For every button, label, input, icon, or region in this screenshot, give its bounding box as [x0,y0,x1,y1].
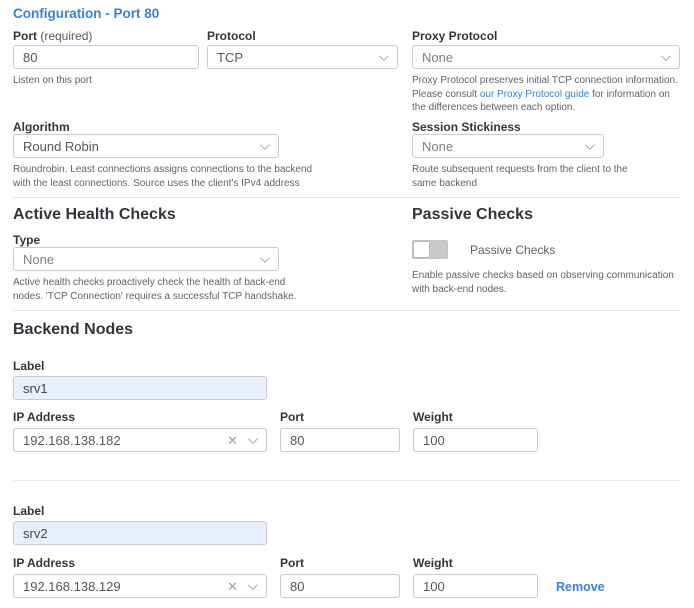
node-ip-label: IP Address [13,410,75,424]
node-label-input[interactable]: srv2 [13,521,267,545]
port-label: Port (required) [13,29,92,43]
chevron-down-icon [248,580,258,590]
toggle-knob-icon [413,241,430,258]
node-port-label: Port [280,556,304,570]
required-suffix: (required) [40,29,92,43]
proxy-protocol-guide-link[interactable]: our Proxy Protocol guide [480,89,590,100]
node-ip-select[interactable]: 192.168.138.182 ✕ [13,428,267,452]
node-port-input[interactable]: 80 [280,574,400,598]
chevron-down-icon [260,253,270,263]
protocol-select[interactable]: TCP [207,45,398,69]
chevron-down-icon [260,140,270,150]
chevron-down-icon [379,51,389,61]
node-label-label: Label [13,504,44,518]
chevron-down-icon [248,434,258,444]
proxy-protocol-helper-text: Proxy Protocol preserves initial TCP con… [412,74,684,115]
session-stickiness-helper-text: Route subsequent requests from the clien… [412,163,647,190]
port-helper-text: Listen on this port [13,74,92,88]
node-port-input[interactable]: 80 [280,428,400,452]
backend-nodes-heading: Backend Nodes [13,321,133,339]
node-weight-label: Weight [413,410,453,424]
active-health-checks-helper-text: Active health checks proactively check t… [13,276,318,303]
node-weight-label: Weight [413,556,453,570]
remove-node-link[interactable]: Remove [556,580,605,594]
clear-icon[interactable]: ✕ [227,580,238,593]
algorithm-label: Algorithm [13,120,70,134]
health-check-type-select[interactable]: None [13,247,279,271]
passive-checks-heading: Passive Checks [412,206,533,224]
proxy-protocol-select[interactable]: None [412,45,680,69]
node-ip-select[interactable]: 192.168.138.129 ✕ [13,574,267,598]
chevron-down-icon [585,140,595,150]
node-label-label: Label [13,359,44,373]
passive-checks-helper-text: Enable passive checks based on observing… [412,269,687,296]
health-check-type-label: Type [13,233,40,247]
passive-checks-toggle-label: Passive Checks [470,243,555,257]
chevron-down-icon [661,51,671,61]
algorithm-helper-text: Roundrobin. Least connections assigns co… [13,163,323,190]
section-divider [13,197,680,198]
node-weight-input[interactable]: 100 [413,428,538,452]
protocol-label: Protocol [207,29,256,43]
algorithm-select[interactable]: Round Robin [13,134,279,158]
active-health-checks-heading: Active Health Checks [13,206,176,224]
session-stickiness-label: Session Stickiness [412,120,521,134]
section-divider [13,310,680,311]
clear-icon[interactable]: ✕ [227,434,238,447]
port-input[interactable]: 80 [13,45,199,69]
proxy-protocol-label: Proxy Protocol [412,29,497,43]
node-weight-input[interactable]: 100 [413,574,538,598]
node-label-input[interactable]: srv1 [13,376,267,400]
session-stickiness-select[interactable]: None [412,134,604,158]
passive-checks-toggle[interactable] [412,240,448,259]
configuration-title: Configuration - Port 80 [13,6,159,21]
node-ip-label: IP Address [13,556,75,570]
node-port-label: Port [280,410,304,424]
nodebalancer-config-form: Configuration - Port 80 Port (required) … [0,0,694,608]
node-divider [13,480,680,481]
